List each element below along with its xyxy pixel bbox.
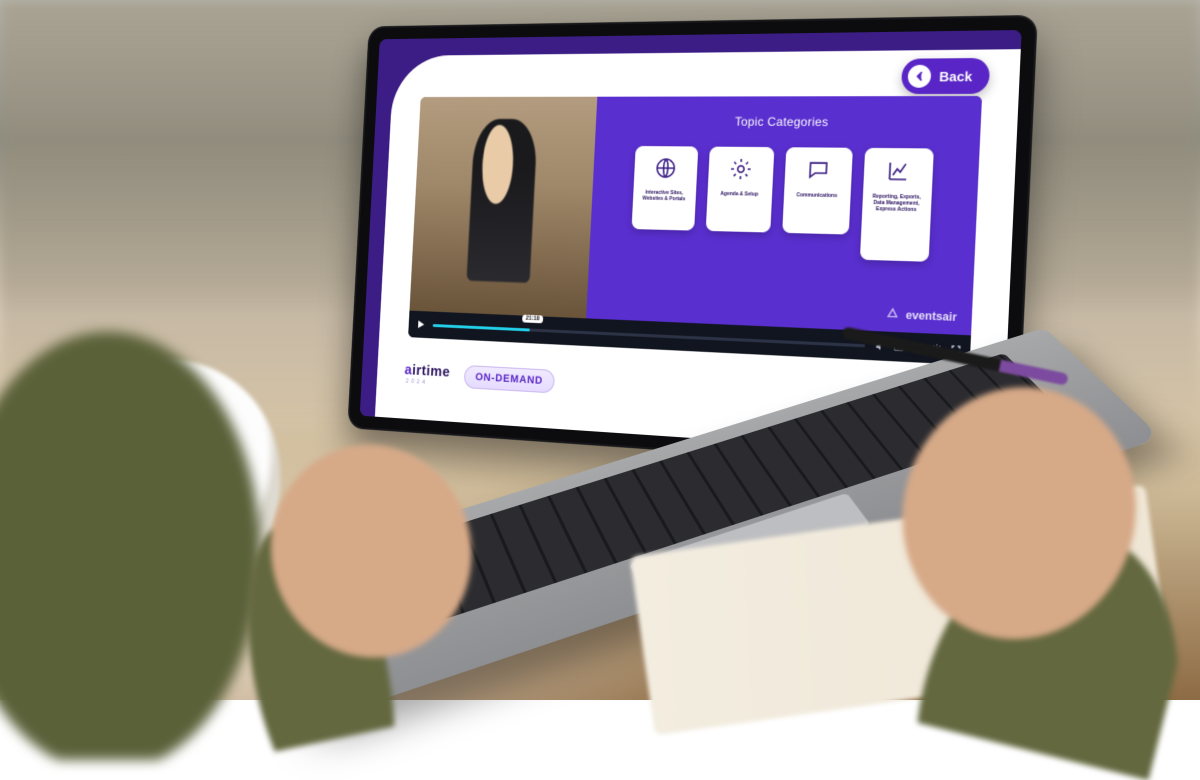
on-demand-badge: ON-DEMAND xyxy=(463,365,555,394)
chart-icon xyxy=(884,158,911,195)
video-speaker-camera xyxy=(409,97,597,319)
footer-row: airtime 2024 ON-DEMAND xyxy=(404,362,555,394)
brand-mark-icon xyxy=(884,305,899,323)
back-button-label: Back xyxy=(939,68,973,84)
back-button[interactable]: Back xyxy=(901,58,991,94)
chat-icon xyxy=(805,158,831,194)
slide-card-row: Interactive Sites, Websites & Portals Ag… xyxy=(630,146,933,262)
airtime-logo: airtime 2024 xyxy=(404,362,451,387)
topic-card: Interactive Sites, Websites & Portals xyxy=(631,146,698,231)
topic-card-label: Agenda & Setup xyxy=(720,192,758,198)
globe-icon xyxy=(653,156,678,191)
gear-icon xyxy=(728,157,753,193)
slide-title: Topic Categories xyxy=(735,115,829,130)
back-arrow-icon xyxy=(907,65,931,88)
topic-card: Reporting, Exports, Data Management, Exp… xyxy=(859,148,933,262)
play-button[interactable] xyxy=(415,318,426,330)
airtime-logo-year: 2024 xyxy=(406,378,450,386)
slide-brand: eventsair xyxy=(884,305,957,326)
slide-brand-label: eventsair xyxy=(905,309,957,324)
topic-card: Agenda & Setup xyxy=(705,147,774,233)
topic-card-label: Reporting, Exports, Data Management, Exp… xyxy=(868,195,925,214)
video-frame: Topic Categories Interactive Sites, Webs… xyxy=(409,96,982,335)
video-progress-bar[interactable]: 21:18 xyxy=(433,324,865,347)
topic-card-label: Interactive Sites, Websites & Portals xyxy=(638,191,690,203)
video-timecode: 21:18 xyxy=(522,314,543,323)
airtime-logo-text: airtime xyxy=(404,362,450,379)
video-player[interactable]: Topic Categories Interactive Sites, Webs… xyxy=(408,96,982,365)
